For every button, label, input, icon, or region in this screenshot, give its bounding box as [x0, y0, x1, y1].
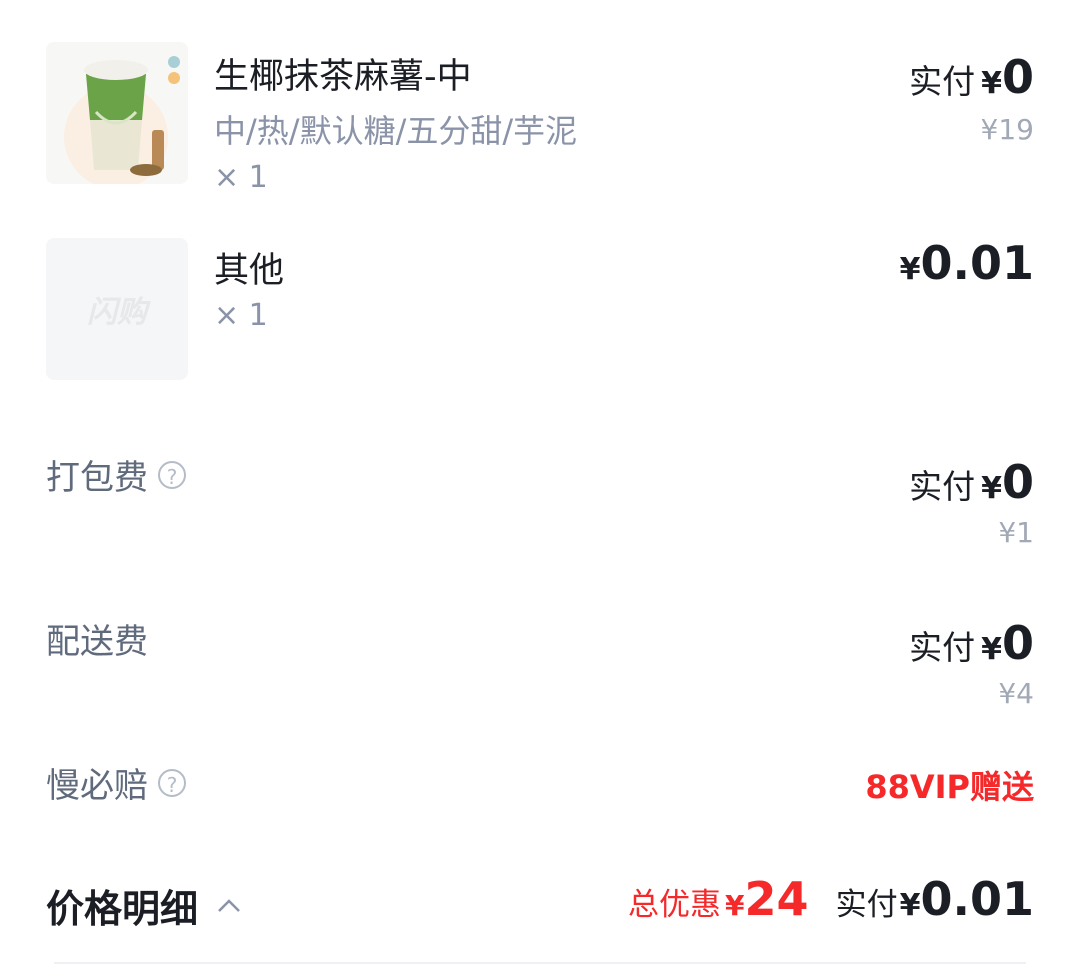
item-quantity: × 1 [214, 160, 268, 195]
price-summary: 总优惠 ¥24 实付¥0.01 [628, 872, 1034, 926]
placeholder-image[interactable]: 闪购 [46, 238, 188, 380]
delivery-fee-label: 配送费 [46, 614, 148, 663]
packing-fee-paid: 实付 ¥0 [909, 455, 1034, 509]
total-discount-value: 24 [744, 872, 809, 926]
paid-value: 0 [1001, 616, 1034, 670]
item-price: ¥0.01 [900, 236, 1034, 290]
product-image[interactable] [46, 42, 188, 184]
paid-label: 实付 [909, 628, 976, 667]
total-paid-currency: ¥ [899, 888, 921, 923]
price-detail-title: 价格明细 [46, 887, 199, 931]
help-icon[interactable]: ? [158, 768, 186, 797]
item-name: 其他 [214, 251, 285, 291]
item-paid-price: 实付 ¥0 [909, 50, 1034, 104]
item-original-price: ¥19 [980, 113, 1034, 146]
paid-currency: ¥ [981, 632, 1002, 667]
packing-fee-text: 打包费 [46, 458, 148, 498]
paid-value: 0 [1001, 50, 1034, 104]
matcha-drink-image [64, 56, 180, 184]
item-name: 生椰抹茶麻薯-中 [214, 57, 472, 97]
packing-fee-label: 打包费 ? [46, 450, 186, 499]
delivery-fee-original: ¥4 [998, 677, 1034, 710]
total-paid-label: 实付 [835, 887, 898, 923]
delivery-fee-text: 配送费 [46, 622, 148, 662]
chevron-up-icon [218, 898, 240, 912]
paid-label: 实付 [909, 62, 976, 101]
late-compensation-value: 88VIP赠送 [865, 768, 1034, 806]
total-discount-label: 总优惠 [628, 887, 722, 923]
paid-value: 0 [1001, 455, 1034, 509]
paid-currency: ¥ [981, 471, 1002, 506]
total-paid-value: 0.01 [920, 872, 1035, 926]
price-value: 0.01 [920, 236, 1035, 290]
packing-fee-original: ¥1 [998, 516, 1034, 549]
paid-label: 实付 [909, 467, 976, 506]
price-detail-toggle[interactable]: 价格明细 [46, 878, 244, 933]
paid-currency: ¥ [981, 66, 1002, 101]
late-compensation-text: 慢必赔 [46, 766, 148, 806]
item-spec: 中/热/默认糖/五分甜/芋泥 [214, 112, 578, 150]
price-currency: ¥ [899, 252, 921, 287]
help-icon[interactable]: ? [158, 460, 186, 489]
divider [54, 962, 1026, 964]
placeholder-text: 闪购 [87, 295, 147, 330]
item-quantity: × 1 [214, 298, 268, 333]
delivery-fee-paid: 实付 ¥0 [909, 616, 1034, 670]
late-compensation-label: 慢必赔 ? [46, 758, 186, 807]
discount-currency: ¥ [725, 889, 745, 922]
